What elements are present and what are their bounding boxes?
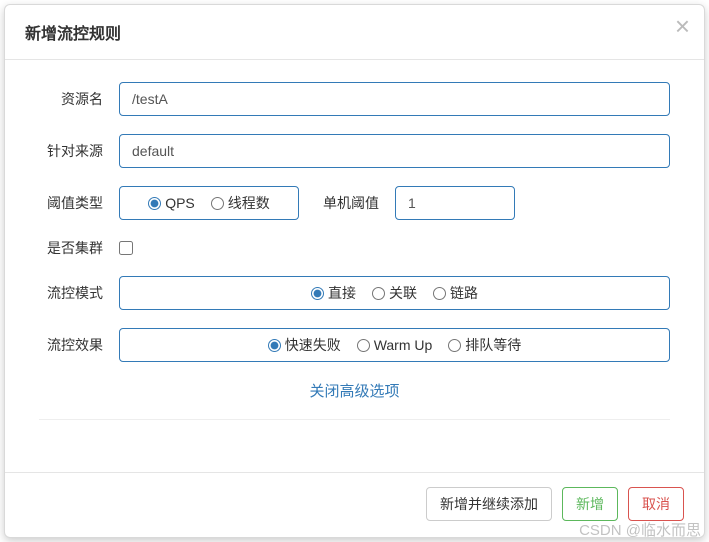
body-divider: [39, 419, 670, 420]
radio-effect-warmup-input[interactable]: [357, 339, 370, 352]
radio-effect-queue-input[interactable]: [448, 339, 461, 352]
radio-effect-fastfail-input[interactable]: [268, 339, 281, 352]
add-button[interactable]: 新增: [562, 487, 618, 521]
radio-mode-direct-input[interactable]: [311, 287, 324, 300]
resource-input[interactable]: [119, 82, 670, 116]
radio-thread-input[interactable]: [211, 197, 224, 210]
label-mode: 流控模式: [39, 283, 119, 303]
radio-mode-direct-label: 直接: [328, 283, 356, 303]
limit-app-input[interactable]: [119, 134, 670, 168]
radio-effect-queue[interactable]: 排队等待: [448, 335, 521, 355]
radio-mode-chain-input[interactable]: [433, 287, 446, 300]
modal-title: 新增流控规则: [25, 20, 684, 44]
radio-effect-warmup[interactable]: Warm Up: [357, 337, 433, 353]
row-mode: 流控模式 直接 关联 链路: [39, 276, 670, 310]
add-continue-button[interactable]: 新增并继续添加: [426, 487, 552, 521]
advanced-toggle: 关闭高级选项: [39, 380, 670, 401]
radio-effect-fastfail-label: 快速失败: [285, 335, 341, 355]
cluster-checkbox[interactable]: [119, 241, 133, 255]
radio-effect-warmup-label: Warm Up: [374, 337, 433, 353]
modal-body: 资源名 针对来源 阈值类型 QPS 线程数: [5, 60, 704, 472]
cancel-button[interactable]: 取消: [628, 487, 684, 521]
modal-dialog: 新增流控规则 × 资源名 针对来源 阈值类型 QPS: [4, 4, 705, 538]
radio-effect-fastfail[interactable]: 快速失败: [268, 335, 341, 355]
radio-qps-input[interactable]: [148, 197, 161, 210]
close-icon[interactable]: ×: [675, 13, 690, 39]
label-limit-app: 针对来源: [39, 141, 119, 161]
label-cluster: 是否集群: [39, 238, 119, 258]
modal-footer: 新增并继续添加 新增 取消: [5, 472, 704, 537]
threshold-input[interactable]: [395, 186, 515, 220]
row-resource: 资源名: [39, 82, 670, 116]
mode-group: 直接 关联 链路: [119, 276, 670, 310]
label-threshold-value: 单机阈值: [311, 193, 383, 213]
advanced-toggle-link[interactable]: 关闭高级选项: [309, 383, 399, 400]
radio-mode-chain-label: 链路: [450, 283, 478, 303]
row-threshold-type: 阈值类型 QPS 线程数 单机阈值: [39, 186, 670, 220]
radio-qps[interactable]: QPS: [148, 195, 195, 211]
label-threshold-type: 阈值类型: [39, 193, 119, 213]
threshold-type-group: QPS 线程数: [119, 186, 299, 220]
radio-thread-label: 线程数: [228, 193, 270, 213]
radio-mode-relate[interactable]: 关联: [372, 283, 417, 303]
row-cluster: 是否集群: [39, 238, 670, 258]
radio-thread[interactable]: 线程数: [211, 193, 270, 213]
radio-effect-queue-label: 排队等待: [465, 335, 521, 355]
label-effect: 流控效果: [39, 335, 119, 355]
radio-mode-chain[interactable]: 链路: [433, 283, 478, 303]
radio-mode-relate-label: 关联: [389, 283, 417, 303]
effect-group: 快速失败 Warm Up 排队等待: [119, 328, 670, 362]
row-limit-app: 针对来源: [39, 134, 670, 168]
radio-qps-label: QPS: [165, 195, 195, 211]
radio-mode-relate-input[interactable]: [372, 287, 385, 300]
radio-mode-direct[interactable]: 直接: [311, 283, 356, 303]
modal-header: 新增流控规则 ×: [5, 5, 704, 60]
label-resource: 资源名: [39, 89, 119, 109]
row-effect: 流控效果 快速失败 Warm Up 排队等待: [39, 328, 670, 362]
